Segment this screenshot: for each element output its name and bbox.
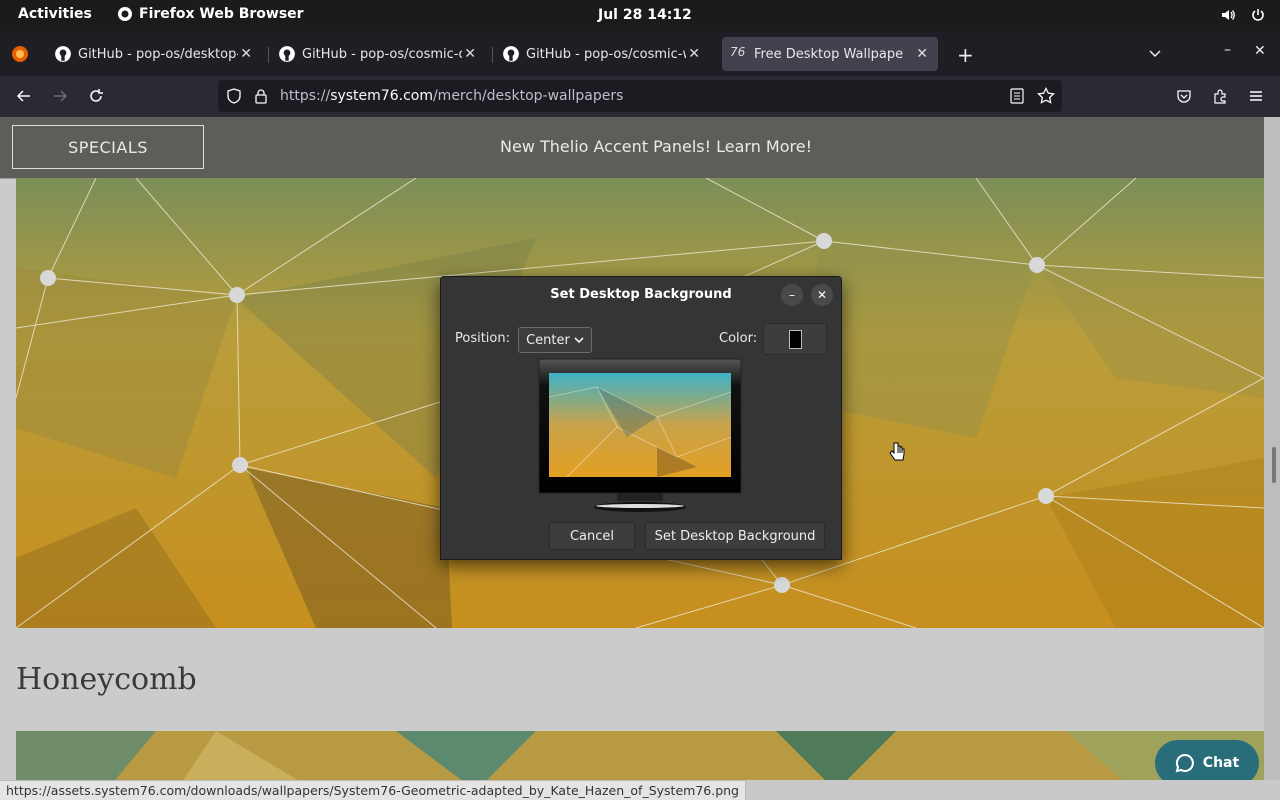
shield-icon[interactable] <box>226 88 242 104</box>
app-name: Firefox Web Browser <box>139 6 304 22</box>
system-tray[interactable] <box>1220 7 1266 23</box>
chat-bubble-icon <box>1175 753 1194 773</box>
color-swatch <box>789 330 802 349</box>
forward-icon[interactable] <box>52 88 68 104</box>
reader-view-icon[interactable] <box>1010 88 1024 104</box>
list-tabs-icon[interactable] <box>1148 47 1162 61</box>
reload-icon[interactable] <box>88 88 104 104</box>
tab-free-desktop-wallpapers[interactable]: 76 Free Desktop Wallpapers - S ✕ <box>722 37 938 71</box>
navigation-toolbar: https://system76.com/merch/desktop-wallp… <box>0 76 1280 117</box>
promo-link[interactable]: New Thelio Accent Panels! Learn More! <box>500 137 812 156</box>
github-icon <box>55 46 71 62</box>
bookmark-star-icon[interactable] <box>1037 87 1055 105</box>
chat-label: Chat <box>1202 755 1240 771</box>
lock-icon[interactable] <box>254 88 268 104</box>
chat-button[interactable]: Chat <box>1155 740 1259 780</box>
url-bar[interactable]: https://system76.com/merch/desktop-wallp… <box>218 80 1062 112</box>
tab-label: GitHub - pop-os/desktop-w <box>78 46 238 62</box>
honeycomb-wallpaper-image[interactable] <box>16 731 1264 780</box>
link-status-bar: https://assets.system76.com/downloads/wa… <box>0 780 746 800</box>
page-scrollbar[interactable] <box>1264 117 1280 780</box>
color-label: Color: <box>719 331 758 346</box>
menu-icon[interactable] <box>1248 88 1264 104</box>
hand-cursor-icon <box>889 442 905 461</box>
tab-label: Free Desktop Wallpapers - S <box>754 46 904 62</box>
volume-icon <box>1222 10 1235 20</box>
monitor-preview-image <box>538 358 742 512</box>
system76-icon: 76 <box>730 45 746 59</box>
extensions-icon[interactable] <box>1212 88 1228 104</box>
close-tab-icon[interactable]: ✕ <box>464 46 476 62</box>
clock[interactable]: Jul 28 14:12 <box>598 7 692 23</box>
tab-strip: GitHub - pop-os/desktop-w ✕ GitHub - pop… <box>0 31 1280 76</box>
close-dialog-icon[interactable]: ✕ <box>811 284 833 306</box>
activities-button[interactable]: Activities <box>18 6 92 22</box>
tab-github-cosmic-dock[interactable]: GitHub - pop-os/cosmic-do ✕ <box>270 37 486 71</box>
tab-label: GitHub - pop-os/cosmic-wo <box>526 46 686 62</box>
back-icon[interactable] <box>16 88 32 104</box>
position-label: Position: <box>455 331 510 346</box>
system-top-bar: Activities Firefox Web Browser Jul 28 14… <box>0 0 1280 31</box>
cancel-button[interactable]: Cancel <box>549 522 635 550</box>
app-menu[interactable]: Firefox Web Browser <box>117 6 304 22</box>
position-dropdown[interactable]: Center <box>518 327 592 353</box>
close-tab-icon[interactable]: ✕ <box>916 46 928 62</box>
url-text[interactable]: https://system76.com/merch/desktop-wallp… <box>280 88 623 104</box>
color-picker-button[interactable] <box>763 323 827 355</box>
section-title-honeycomb: Honeycomb <box>16 662 197 697</box>
close-tab-icon[interactable]: ✕ <box>688 46 700 62</box>
power-icon <box>1252 9 1264 21</box>
github-icon <box>279 46 295 62</box>
firefox-icon <box>118 7 132 21</box>
specials-button[interactable]: SPECIALS <box>12 125 204 169</box>
close-window-icon[interactable]: ✕ <box>1254 43 1266 59</box>
pocket-icon[interactable] <box>1176 88 1192 104</box>
minimize-dialog-icon[interactable]: – <box>781 284 803 306</box>
close-tab-icon[interactable]: ✕ <box>240 46 252 62</box>
firefox-view-icon[interactable] <box>11 45 29 63</box>
github-icon <box>503 46 519 62</box>
new-tab-icon[interactable]: + <box>957 43 974 67</box>
chevron-down-icon <box>574 337 584 344</box>
minimize-icon[interactable]: – <box>1224 42 1231 58</box>
scrollbar-thumb[interactable] <box>1272 447 1276 483</box>
promo-banner: SPECIALS New Thelio Accent Panels! Learn… <box>0 117 1264 179</box>
tab-github-desktop-wallpapers[interactable]: GitHub - pop-os/desktop-w ✕ <box>46 37 262 71</box>
tab-label: GitHub - pop-os/cosmic-do <box>302 46 462 62</box>
set-desktop-background-button[interactable]: Set Desktop Background <box>645 522 825 550</box>
position-value: Center <box>526 332 570 348</box>
set-desktop-background-dialog: Set Desktop Background – ✕ Position: Cen… <box>440 276 842 560</box>
tab-github-cosmic-workspaces[interactable]: GitHub - pop-os/cosmic-wo ✕ <box>494 37 710 71</box>
